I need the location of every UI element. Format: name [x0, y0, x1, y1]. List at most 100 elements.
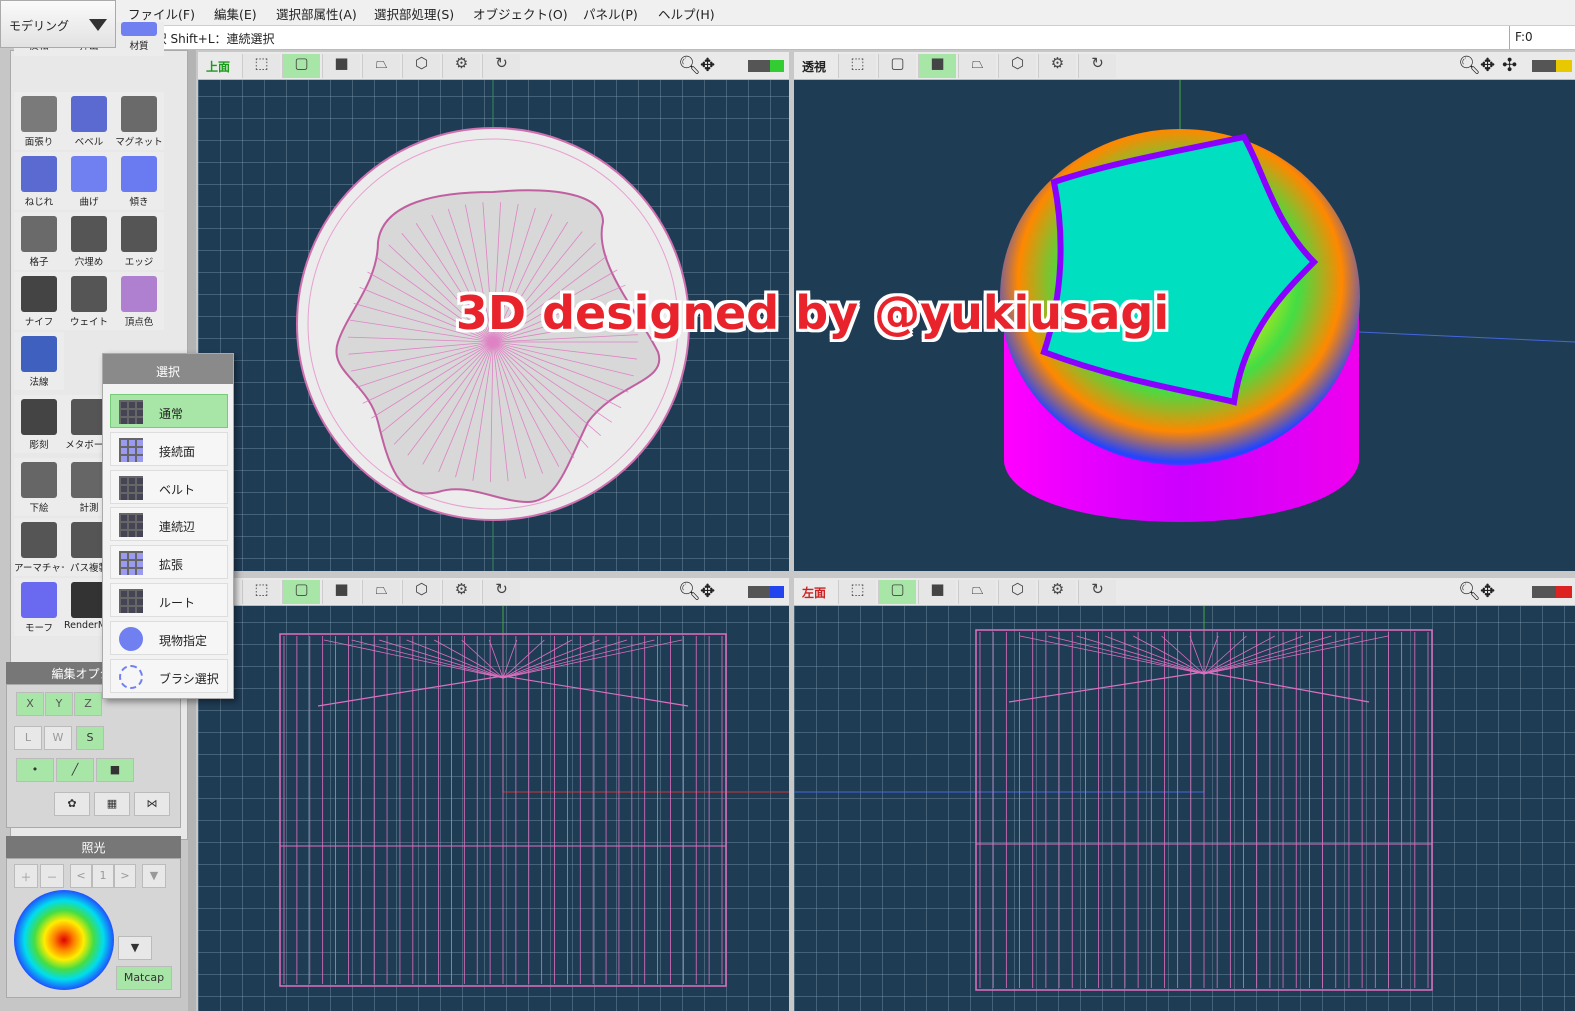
- zoom-icon[interactable]: 🔍︎: [678, 581, 701, 602]
- menu-selection-attr[interactable]: 選択部属性(A): [276, 4, 357, 23]
- perspective-icon[interactable]: ⏢: [958, 54, 996, 78]
- tool-armature[interactable]: アーマチャー: [14, 518, 64, 576]
- menu-object[interactable]: オブジェクト(O): [473, 4, 568, 23]
- select-mode-object-pick[interactable]: 現物指定: [110, 620, 228, 655]
- tool-face-fill[interactable]: 面張り: [14, 92, 64, 150]
- select-mode-label: ベルト: [159, 482, 196, 497]
- edge-mode-button[interactable]: ╱: [56, 758, 94, 782]
- axis-x-toggle[interactable]: X: [16, 692, 44, 716]
- add-light-button[interactable]: ＋: [14, 864, 38, 888]
- edge-icon: [121, 216, 157, 252]
- perspective-icon[interactable]: ⏢: [362, 54, 400, 78]
- face-mode-button[interactable]: ■: [96, 758, 134, 782]
- zoom-icon[interactable]: 🔍︎: [1458, 581, 1481, 602]
- solid-toggle-icon[interactable]: ■: [918, 580, 956, 604]
- tool-label: 下絵: [29, 503, 49, 514]
- perspective-icon[interactable]: ⏢: [362, 580, 400, 604]
- select-rect-icon[interactable]: ⬚: [838, 54, 876, 78]
- tool-twist[interactable]: ねじれ: [14, 152, 64, 210]
- prev-light-button[interactable]: <: [70, 864, 92, 888]
- morph-icon: [21, 582, 57, 618]
- pan-icon[interactable]: ✥: [700, 55, 715, 76]
- perspective-icon[interactable]: ⏢: [958, 580, 996, 604]
- display-monitor-icon[interactable]: [1532, 60, 1572, 72]
- menu-selection-proc[interactable]: 選択部処理(S): [374, 4, 454, 23]
- solid-toggle-icon[interactable]: ■: [918, 54, 956, 78]
- tool-underlay[interactable]: 下絵: [14, 458, 64, 516]
- pan-icon[interactable]: ✥: [700, 581, 715, 602]
- grid-snap-button[interactable]: ▦: [94, 792, 130, 816]
- select-mode-connected-face[interactable]: 接続面: [110, 431, 228, 466]
- tool-magnet[interactable]: マグネット: [114, 92, 164, 150]
- select-mode-belt[interactable]: ベルト: [110, 469, 228, 504]
- remove-light-button[interactable]: －: [40, 864, 64, 888]
- select-mode-normal[interactable]: 通常: [110, 394, 228, 428]
- matcap-button[interactable]: Matcap: [116, 966, 172, 990]
- gear-icon[interactable]: ⚙: [442, 54, 480, 78]
- solid-toggle-icon[interactable]: ■: [322, 54, 360, 78]
- light-dropdown-button[interactable]: ▼: [142, 864, 166, 888]
- viewport-front[interactable]: ⬚ ▢ ■ ⏢ ⬡ ⚙ ↻ 🔍︎ ✥: [198, 578, 789, 1011]
- select-mode-brush-select[interactable]: ブラシ選択: [110, 658, 228, 693]
- select-mode-root[interactable]: ルート: [110, 583, 228, 617]
- select-rect-icon[interactable]: ⬚: [838, 580, 876, 604]
- wireframe-toggle-icon[interactable]: ▢: [282, 580, 320, 604]
- select-rect-icon[interactable]: ⬚: [242, 580, 280, 604]
- gear-icon[interactable]: ⚙: [1038, 580, 1076, 604]
- pan-icon[interactable]: ✥: [1480, 55, 1495, 76]
- mode-selector[interactable]: モデリング: [0, 0, 116, 48]
- menu-file[interactable]: ファイル(F): [128, 4, 195, 23]
- tool-material[interactable]: 材質: [114, 22, 164, 56]
- mode-w-toggle[interactable]: W: [44, 726, 72, 750]
- gear-icon[interactable]: ⚙: [1038, 54, 1076, 78]
- tool-bend[interactable]: 曲げ: [64, 152, 114, 210]
- display-monitor-icon[interactable]: [748, 60, 784, 72]
- select-mode-edge-loop[interactable]: 連続辺: [110, 507, 228, 542]
- next-light-button[interactable]: >: [114, 864, 136, 888]
- cube-icon[interactable]: ⬡: [998, 54, 1036, 78]
- tool-sculpt[interactable]: 彫刻: [14, 395, 64, 453]
- wireframe-toggle-icon[interactable]: ▢: [878, 54, 916, 78]
- pan-icon[interactable]: ✥: [1480, 581, 1495, 602]
- select-connected-face-icon: [119, 437, 143, 462]
- solid-toggle-icon[interactable]: ■: [322, 580, 360, 604]
- mode-l-toggle[interactable]: L: [14, 726, 42, 750]
- tool-edge[interactable]: エッジ: [114, 212, 164, 270]
- cube-icon[interactable]: ⬡: [402, 580, 440, 604]
- axis-y-toggle[interactable]: Y: [45, 692, 73, 716]
- viewport-left[interactable]: 左面 ⬚ ▢ ■ ⏢ ⬡ ⚙ ↻ 🔍︎ ✥: [794, 578, 1575, 1011]
- rotate-icon[interactable]: ↻: [482, 580, 520, 604]
- cube-icon[interactable]: ⬡: [998, 580, 1036, 604]
- gear-icon[interactable]: ⚙: [442, 580, 480, 604]
- zoom-icon[interactable]: 🔍︎: [678, 55, 701, 76]
- rotate-icon[interactable]: ↻: [482, 54, 520, 78]
- menu-edit[interactable]: 編集(E): [214, 4, 257, 23]
- tool-fill-hole[interactable]: 穴埋め: [64, 212, 114, 270]
- mirror-butterfly-button[interactable]: ⋈: [134, 792, 170, 816]
- menu-panel[interactable]: パネル(P): [583, 4, 638, 23]
- tool-normal[interactable]: 法線: [14, 332, 64, 390]
- display-monitor-icon[interactable]: [1532, 586, 1572, 598]
- wireframe-toggle-icon[interactable]: ▢: [282, 54, 320, 78]
- matcap-dropdown-button[interactable]: ▼: [118, 936, 152, 960]
- zoom-icon[interactable]: 🔍︎: [1458, 55, 1481, 76]
- matcap-preview[interactable]: [14, 890, 114, 990]
- display-monitor-icon[interactable]: [748, 586, 784, 598]
- symmetry-flower-button[interactable]: ✿: [54, 792, 90, 816]
- viewport-left-toolbar: 左面 ⬚ ▢ ■ ⏢ ⬡ ⚙ ↻ 🔍︎ ✥: [794, 578, 1575, 606]
- rotate-icon[interactable]: ↻: [1078, 580, 1116, 604]
- wireframe-toggle-icon[interactable]: ▢: [878, 580, 916, 604]
- tool-bevel[interactable]: ベベル: [64, 92, 114, 150]
- axis-z-toggle[interactable]: Z: [74, 692, 102, 716]
- orbit-icon[interactable]: ✣: [1502, 55, 1517, 76]
- select-mode-expand[interactable]: 拡張: [110, 545, 228, 580]
- cube-icon[interactable]: ⬡: [402, 54, 440, 78]
- tool-tilt[interactable]: 傾き: [114, 152, 164, 210]
- vertex-mode-button[interactable]: •: [16, 758, 54, 782]
- mode-s-toggle[interactable]: S: [76, 726, 104, 750]
- rotate-icon[interactable]: ↻: [1078, 54, 1116, 78]
- select-rect-icon[interactable]: ⬚: [242, 54, 280, 78]
- tool-lattice[interactable]: 格子: [14, 212, 64, 270]
- menu-help[interactable]: ヘルプ(H): [658, 4, 715, 23]
- tool-morph[interactable]: モーフ: [14, 578, 64, 636]
